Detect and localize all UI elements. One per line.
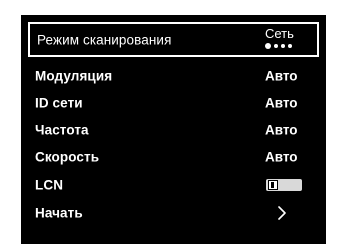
chevron-right-icon: [278, 205, 286, 220]
scan-mode-page-dots: [265, 42, 315, 50]
page-dot: [288, 44, 292, 48]
lcn-label: LCN: [35, 177, 64, 192]
tv-settings-screen: Режим сканирования Сеть Модуляция Авто I…: [21, 15, 326, 244]
symbol-rate-value: Авто: [265, 149, 298, 164]
page-dot: [281, 44, 285, 48]
symbol-rate-row[interactable]: Скорость Авто: [21, 143, 326, 170]
lcn-row[interactable]: LCN: [21, 171, 326, 198]
page-dot: [274, 44, 278, 48]
frequency-label: Частота: [35, 122, 89, 137]
network-id-label: ID сети: [35, 95, 83, 110]
modulation-value: Авто: [265, 68, 298, 83]
scan-mode-row[interactable]: Режим сканирования Сеть: [28, 22, 319, 57]
symbol-rate-label: Скорость: [35, 149, 100, 164]
scan-mode-label: Режим сканирования: [37, 32, 172, 47]
network-id-row[interactable]: ID сети Авто: [21, 89, 326, 116]
modulation-label: Модуляция: [35, 68, 113, 83]
toggle-knob: [268, 179, 278, 190]
start-label: Начать: [35, 205, 83, 220]
frequency-value: Авто: [265, 122, 298, 137]
network-id-value: Авто: [265, 95, 298, 110]
scan-mode-value-group[interactable]: Сеть: [265, 26, 315, 50]
start-row[interactable]: Начать: [21, 199, 326, 226]
frequency-row[interactable]: Частота Авто: [21, 116, 326, 143]
scan-mode-value: Сеть: [265, 26, 294, 41]
lcn-toggle-switch-icon[interactable]: [266, 178, 302, 191]
page-dot-active: [265, 43, 271, 49]
modulation-row[interactable]: Модуляция Авто: [21, 62, 326, 89]
